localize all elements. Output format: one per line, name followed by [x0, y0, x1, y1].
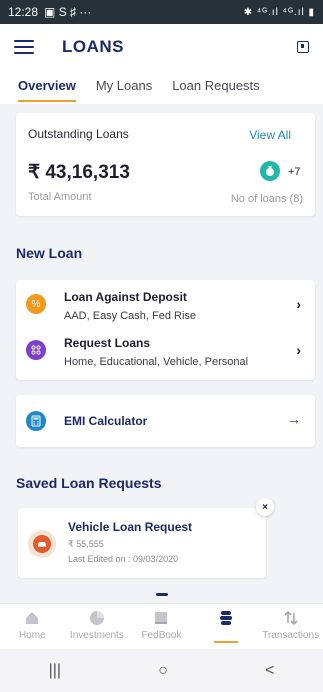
loans-stack-icon [217, 610, 235, 626]
back-button[interactable]: < [265, 662, 274, 680]
book-icon [152, 610, 170, 626]
emi-calculator-label: EMI Calculator [64, 414, 148, 428]
nav-investments[interactable]: Investments [65, 604, 130, 649]
nav-home-label: Home [18, 630, 46, 641]
home-icon [23, 610, 41, 626]
number-of-loans: No of loans (8) [230, 193, 303, 205]
recents-button[interactable]: ||| [49, 662, 61, 680]
grid-icon [26, 340, 46, 360]
tab-bar: Overview My Loans Loan Requests [0, 70, 323, 104]
request-loans-item[interactable]: Request Loans Home, Educational, Vehicle… [16, 330, 315, 376]
emi-calculator-card[interactable]: EMI Calculator → [16, 395, 315, 447]
view-all-link[interactable]: View All [249, 128, 291, 142]
new-loan-heading: New Loan [16, 245, 83, 261]
saved-request-date: Last Edited on : 09/03/2020 [68, 554, 179, 564]
tab-my-loans[interactable]: My Loans [96, 70, 152, 104]
outstanding-loans-card: Outstanding Loans View All ₹ 43,16,313 T… [16, 113, 315, 216]
nav-fedbook[interactable]: FedBook [129, 604, 194, 649]
loan-against-deposit-subtitle: AAD, Easy Cash, Fed Rise [64, 310, 197, 322]
extra-loans-count: +7 [288, 166, 301, 178]
status-time: 12:28 [8, 5, 39, 19]
nav-home[interactable]: Home [0, 604, 65, 649]
info-icon[interactable] [297, 41, 309, 53]
page-indicator [156, 593, 168, 596]
nav-fedbook-label: FedBook [141, 630, 182, 641]
total-amount: ₹ 43,16,313 [28, 162, 130, 183]
investments-icon [88, 610, 106, 626]
loan-coin-icon [260, 161, 280, 181]
status-bar: 12:28 ▣ S ♯ ··· ✱ ⁴ᴳ.ıl ⁴ᴳ.ıl ▮ [0, 0, 323, 24]
transfer-icon [282, 610, 300, 626]
system-nav-bar: ||| ○ < [0, 650, 323, 692]
page-title: LOANS [62, 37, 124, 56]
tab-loan-requests[interactable]: Loan Requests [172, 70, 259, 104]
notification-icons: ▣ S ♯ ··· [44, 5, 92, 19]
saved-loan-requests-heading: Saved Loan Requests [16, 475, 162, 491]
request-loans-subtitle: Home, Educational, Vehicle, Personal [64, 356, 249, 368]
percent-icon: % [26, 294, 46, 314]
car-icon [28, 530, 56, 558]
bottom-nav: Home Investments FedBook Transactions [0, 603, 323, 649]
home-button[interactable]: ○ [158, 662, 168, 680]
tab-overview[interactable]: Overview [18, 70, 76, 104]
saved-request-card[interactable]: Vehicle Loan Request ₹ 55,555 Last Edite… [18, 508, 266, 578]
app-header: LOANS [0, 24, 323, 70]
loan-against-deposit-item[interactable]: % Loan Against Deposit AAD, Easy Cash, F… [16, 284, 315, 330]
calculator-icon [26, 411, 46, 431]
nav-investments-label: Investments [69, 630, 124, 641]
saved-request-amount: ₹ 55,555 [68, 539, 104, 549]
new-loan-card: % Loan Against Deposit AAD, Easy Cash, F… [16, 280, 315, 380]
nav-loans[interactable] [194, 604, 259, 649]
nav-transactions[interactable]: Transactions [258, 604, 323, 649]
saved-request-title: Vehicle Loan Request [68, 520, 193, 534]
nav-transactions-label: Transactions [262, 630, 320, 641]
chevron-right-icon: › [296, 342, 301, 358]
system-icons: ✱ ⁴ᴳ.ıl ⁴ᴳ.ıl ▮ [243, 6, 315, 18]
chevron-right-icon: › [296, 296, 301, 312]
request-loans-title: Request Loans [64, 336, 151, 350]
arrow-right-icon: → [287, 411, 301, 427]
close-icon[interactable]: × [256, 498, 274, 516]
total-amount-label: Total Amount [28, 191, 92, 203]
menu-icon[interactable] [14, 40, 34, 54]
loan-against-deposit-title: Loan Against Deposit [64, 290, 187, 304]
